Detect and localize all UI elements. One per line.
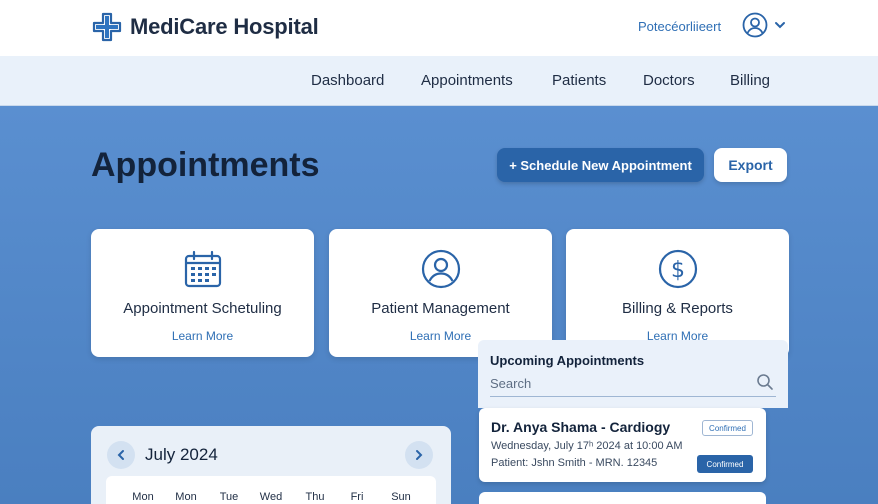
weekday-label: Mon: [175, 491, 197, 503]
dollar-circle-icon: $: [658, 249, 697, 289]
appointment-doctor: Dr. Anya Shama - Cardiogy: [491, 419, 671, 435]
calendar-month: July 2024: [145, 445, 218, 464]
weekday-label: Thu: [305, 491, 325, 503]
search-box: [490, 371, 776, 397]
learn-more-link[interactable]: Learn More: [91, 329, 314, 343]
brand[interactable]: MediCare Hospital: [92, 12, 319, 42]
weekday-label: Mon: [132, 491, 154, 503]
upcoming-appointments-panel: Upcoming Appointments: [478, 340, 788, 408]
appointment-time: Wednesday, July 17ʰ 2024 at 10:00 AM: [491, 440, 683, 452]
search-icon[interactable]: [756, 373, 774, 391]
card-patient-management[interactable]: Patient Management Learn More: [329, 229, 552, 357]
medical-cross-icon: [92, 12, 122, 42]
calendar-prev-button[interactable]: [107, 441, 135, 469]
top-header: MediCare Hospital Potecéorliieert: [0, 0, 878, 56]
calendar-next-button[interactable]: [405, 441, 433, 469]
weekday-label: Fri: [350, 491, 364, 503]
chevron-left-icon: [117, 450, 124, 460]
card-title: Appointment Schetuling: [123, 300, 282, 317]
nav-item-patients[interactable]: Patients: [552, 72, 606, 89]
confirmed-button[interactable]: Confirmed: [697, 455, 753, 473]
weekday-label: Wed: [259, 491, 283, 503]
card-title: Billing & Reports: [622, 300, 733, 317]
search-input[interactable]: [490, 371, 730, 395]
schedule-appointment-button[interactable]: + Schedule New Appointment: [497, 148, 704, 182]
nav-item-billing[interactable]: Billing: [730, 72, 770, 89]
card-title: Patient Management: [371, 300, 510, 317]
main-nav: Dashboard Appointments Patients Doctors …: [0, 56, 878, 106]
nav-item-doctors[interactable]: Doctors: [643, 72, 695, 89]
card-appointment-scheduling[interactable]: Appointment Schetuling Learn More: [91, 229, 314, 357]
brand-name: MediCare Hospital: [130, 14, 319, 39]
user-menu-button[interactable]: [742, 12, 786, 38]
card-billing-reports[interactable]: $ Billing & Reports Learn More: [566, 229, 789, 357]
export-button[interactable]: Export: [714, 148, 787, 182]
chevron-down-icon: [775, 22, 785, 29]
user-circle-icon: [421, 249, 460, 289]
svg-text:$: $: [671, 258, 685, 283]
weekday-label: Tue: [219, 491, 239, 503]
status-badge: Confirmed: [702, 420, 753, 436]
chevron-right-icon: [416, 450, 423, 460]
appointment-item-partial[interactable]: [479, 492, 766, 504]
calendar-weekday-row: Mon Mon Tue Wed Thu Fri Sun: [106, 476, 436, 504]
portal-link[interactable]: Potecéorliieert: [638, 19, 721, 34]
upcoming-title: Upcoming Appointments: [490, 353, 645, 368]
calendar-icon: [184, 250, 221, 288]
appointment-patient: Patient: Jshn Smith - MRN. 12345: [491, 457, 658, 469]
appointment-item[interactable]: Dr. Anya Shama - Cardiogy Wednesday, Jul…: [479, 408, 766, 482]
nav-item-appointments[interactable]: Appointments: [421, 72, 513, 89]
user-avatar-icon: [742, 12, 768, 38]
weekday-label: Sun: [391, 491, 411, 503]
page-title: Appointments: [91, 146, 320, 184]
nav-item-dashboard[interactable]: Dashboard: [311, 72, 384, 89]
calendar-widget: July 2024 Mon Mon Tue Wed Thu Fri Sun: [91, 426, 451, 504]
